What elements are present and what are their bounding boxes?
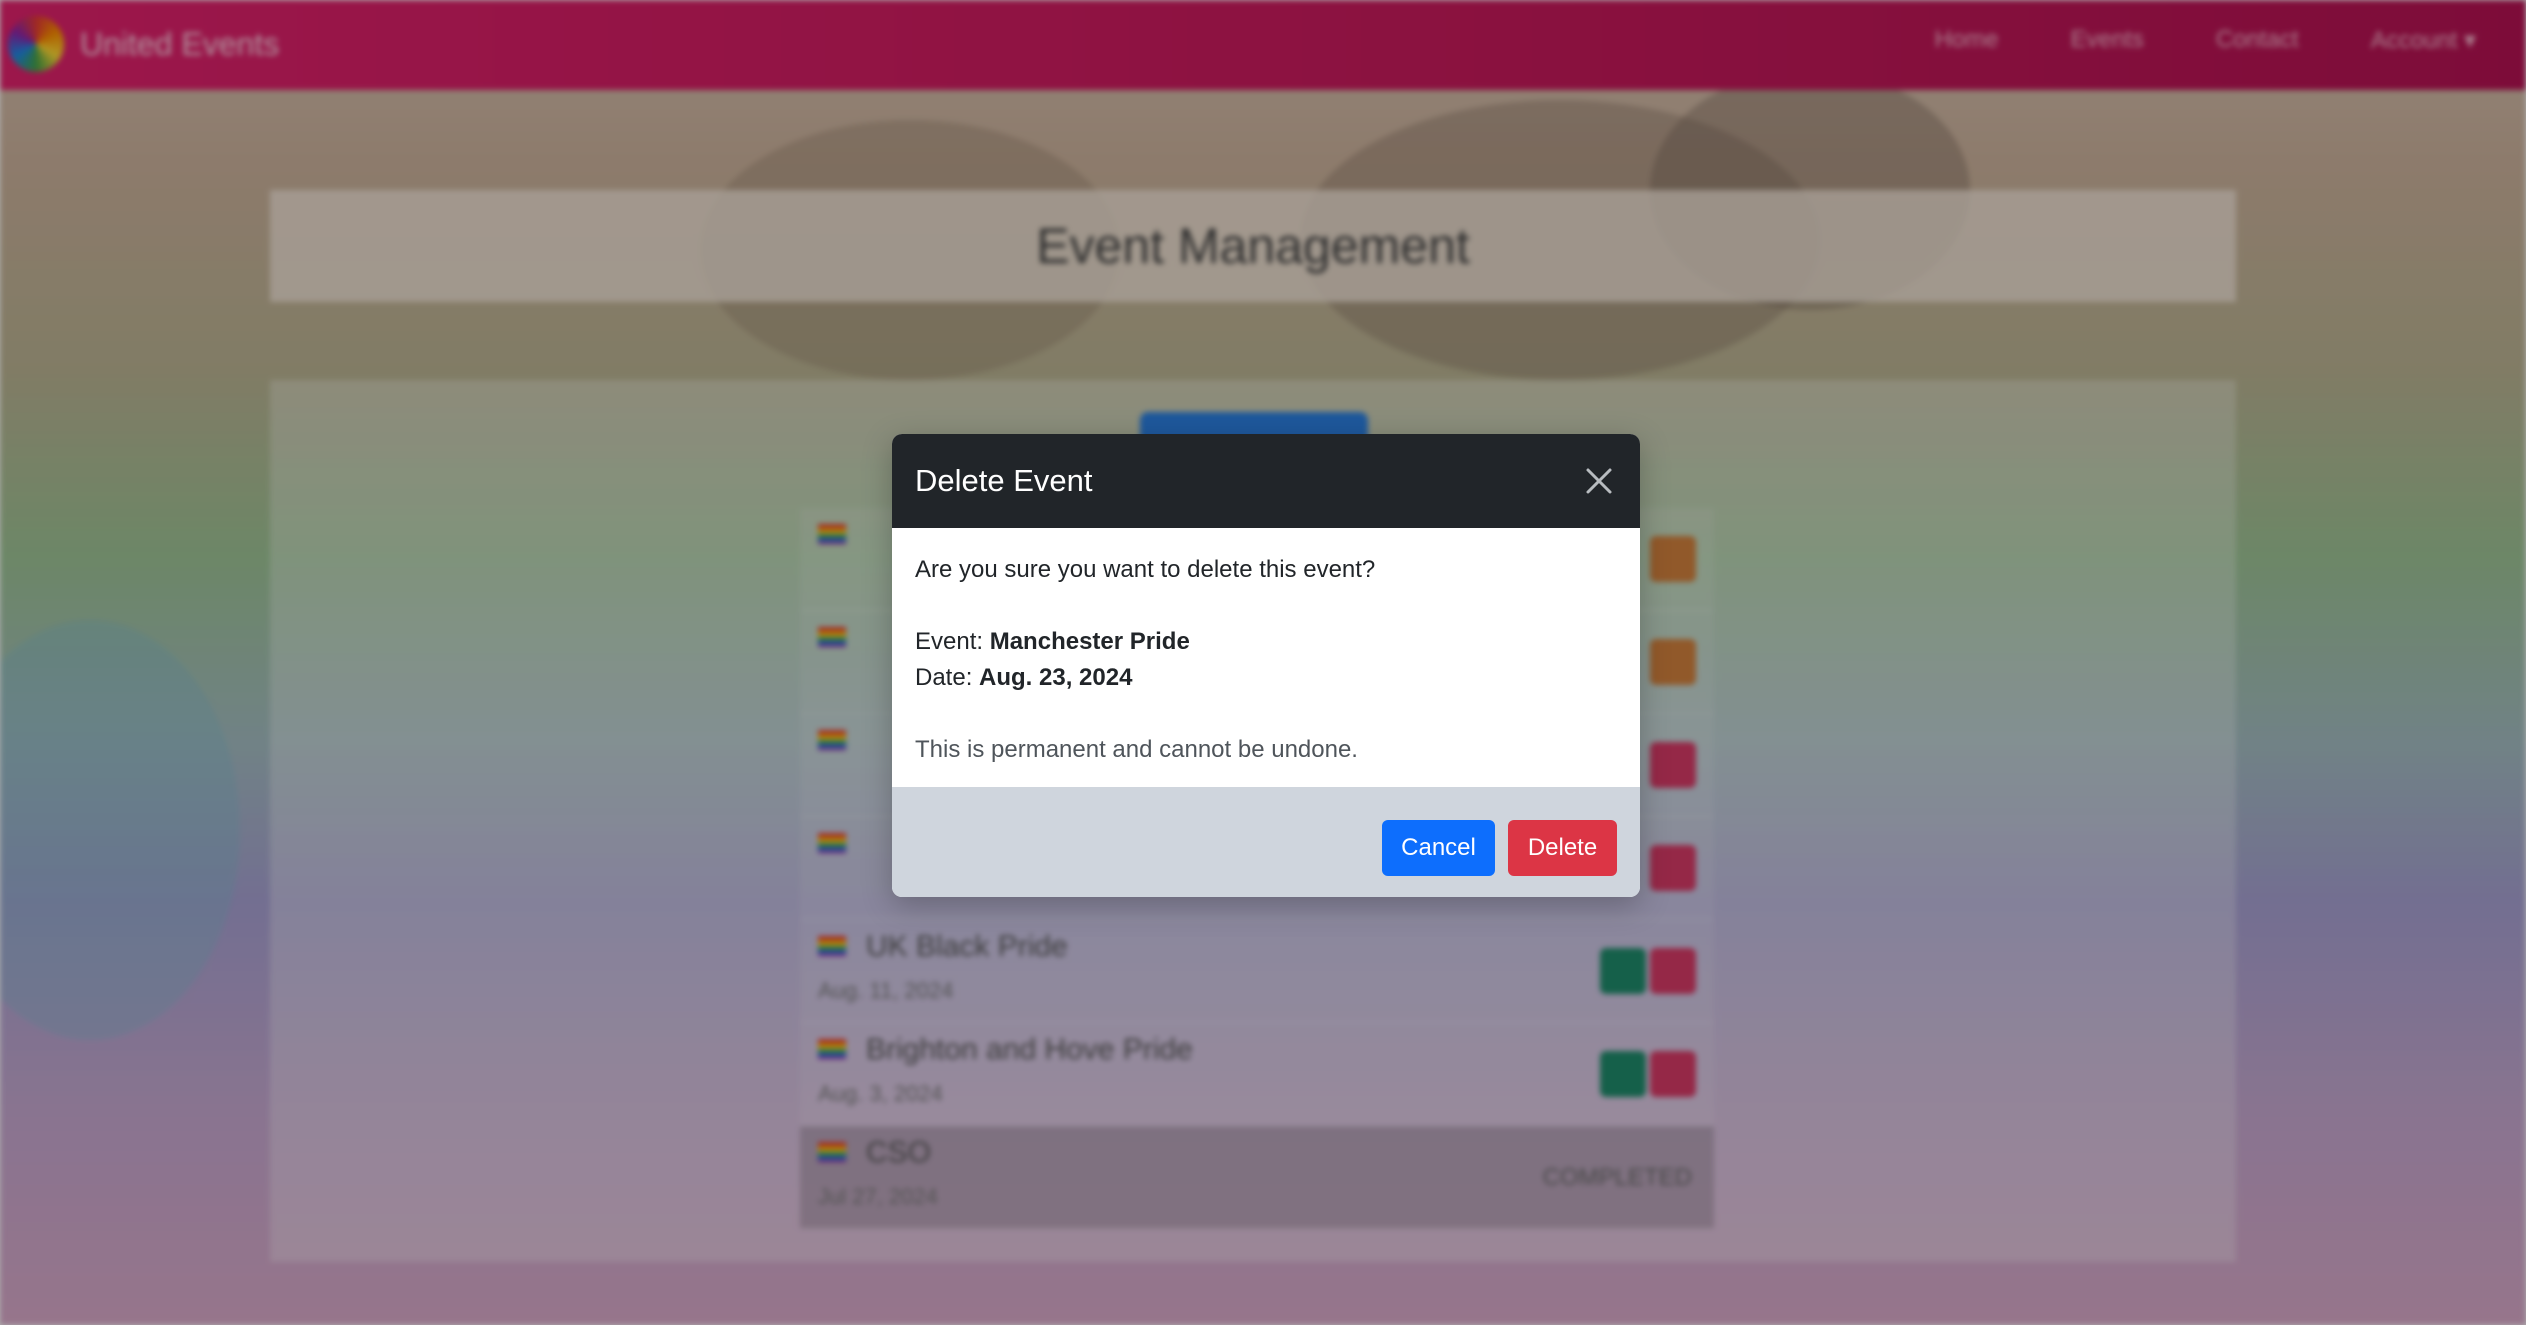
date-label: Date: xyxy=(915,664,980,691)
confirm-question: Are you sure you want to delete this eve… xyxy=(915,556,1376,583)
warning-text: This is permanent and cannot be undone. xyxy=(915,736,1358,763)
event-date-value: Aug. 23, 2024 xyxy=(979,664,1133,691)
event-detail: Event: Manchester Pride xyxy=(915,628,1190,656)
modal-footer: Cancel Delete xyxy=(892,787,1640,897)
close-icon xyxy=(1586,468,1612,494)
modal-title: Delete Event xyxy=(915,463,1093,498)
event-name-value: Manchester Pride xyxy=(989,628,1190,655)
delete-button[interactable]: Delete xyxy=(1508,820,1617,876)
modal-header: Delete Event xyxy=(892,434,1640,528)
cancel-button[interactable]: Cancel xyxy=(1382,820,1495,876)
event-label: Event: xyxy=(915,628,990,655)
close-button[interactable] xyxy=(1578,460,1620,502)
delete-event-modal: Delete Event Are you sure you want to de… xyxy=(892,434,1640,897)
date-detail: Date: Aug. 23, 2024 xyxy=(915,664,1132,692)
modal-body: Are you sure you want to delete this eve… xyxy=(892,528,1640,787)
